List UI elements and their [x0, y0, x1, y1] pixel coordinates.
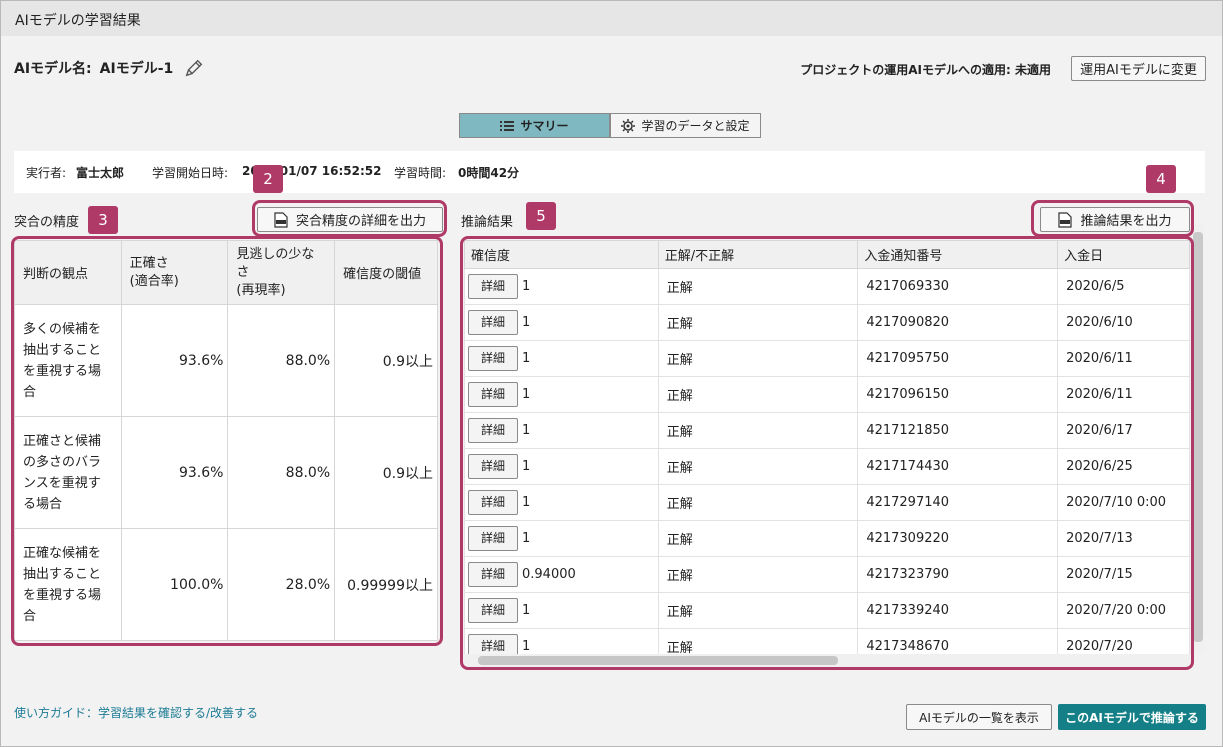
window-title: AIモデルの学習結果	[15, 13, 141, 29]
accuracy-title: 突合の精度	[14, 215, 80, 230]
apply-status: プロジェクトの運用AIモデルへの適用: 未適用	[800, 63, 1051, 77]
model-list-button[interactable]: AIモデルの一覧を表示	[906, 704, 1052, 730]
highlight-results-table	[460, 236, 1194, 670]
tab-data-settings[interactable]: 学習のデータと設定	[610, 113, 761, 138]
badge-4: 4	[1146, 165, 1176, 193]
start-label: 学習開始日時:	[152, 166, 229, 180]
badge-2: 2	[253, 165, 283, 193]
badge-5: 5	[526, 202, 556, 230]
training-info-bar: 実行者: 富士太郎 学習開始日時: 2020/01/07 16:52:52 学習…	[14, 151, 1205, 193]
tab-summary[interactable]: サマリー	[459, 113, 610, 138]
pencil-icon[interactable]	[183, 57, 205, 79]
tab-summary-label: サマリー	[520, 119, 569, 133]
gear-icon	[621, 118, 636, 133]
change-model-button[interactable]: 運用AIモデルに変更	[1071, 56, 1206, 81]
highlight-export-accuracy	[252, 200, 447, 237]
list-icon	[500, 120, 515, 131]
duration-value: 0時間42分	[458, 166, 520, 180]
model-name-value: AIモデル-1	[99, 61, 174, 77]
tab-data-settings-label: 学習のデータと設定	[641, 119, 750, 133]
vertical-scroll-thumb[interactable]	[1193, 232, 1203, 642]
highlight-export-results	[1031, 200, 1194, 237]
executor-value: 富士太郎	[76, 166, 125, 180]
title-bar: AIモデルの学習結果	[1, 1, 1222, 36]
executor-label: 実行者:	[26, 166, 67, 180]
badge-3: 3	[88, 206, 118, 234]
highlight-accuracy-table	[11, 236, 443, 646]
infer-button[interactable]: このAIモデルで推論する	[1058, 704, 1206, 730]
usage-guide-link[interactable]: 使い方ガイド：学習結果を確認する/改善する	[14, 704, 258, 721]
model-name-row: AIモデル名: AIモデル-1	[14, 58, 205, 78]
results-title: 推論結果	[461, 215, 514, 230]
duration-label: 学習時間:	[394, 166, 447, 180]
model-name-label: AIモデル名:	[14, 61, 92, 77]
